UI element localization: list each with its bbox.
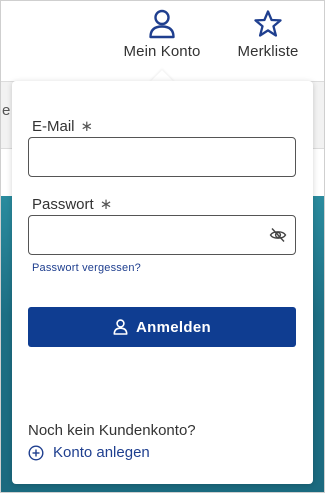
email-label: E-Mail ∗ [32,118,94,135]
login-dropdown: E-Mail∗ Passwort∗ Passwort vergessen? [12,81,313,484]
background-edge-text: e [2,102,11,119]
forgot-password-link[interactable]: Passwort vergessen? [32,262,141,274]
required-marker: ∗ [99,196,113,213]
user-icon [113,319,128,335]
nav-wishlist[interactable]: Merkliste [229,9,307,60]
user-icon [119,9,205,39]
nav-my-account[interactable]: Mein Konto [119,9,205,60]
star-icon [229,9,307,39]
login-button[interactable]: Anmelden [28,307,296,347]
nav-wishlist-label: Merkliste [237,43,299,60]
page-frame: e Mein Konto Merkliste E-Mail ∗ Passwort ∗ [0,0,325,493]
email-field[interactable] [28,137,296,177]
plus-circle-icon [28,444,44,461]
login-button-label: Anmelden [136,318,211,336]
password-field[interactable] [28,215,296,255]
required-marker: ∗ [80,118,94,135]
create-account-label: Konto anlegen [53,444,150,461]
password-label: Passwort ∗ [32,196,113,213]
create-account-link[interactable]: Konto anlegen [28,444,150,461]
nav-my-account-label: Mein Konto [123,43,201,60]
eye-slash-icon[interactable] [269,226,287,249]
no-account-prompt: Noch kein Kundenkonto? [28,422,196,439]
